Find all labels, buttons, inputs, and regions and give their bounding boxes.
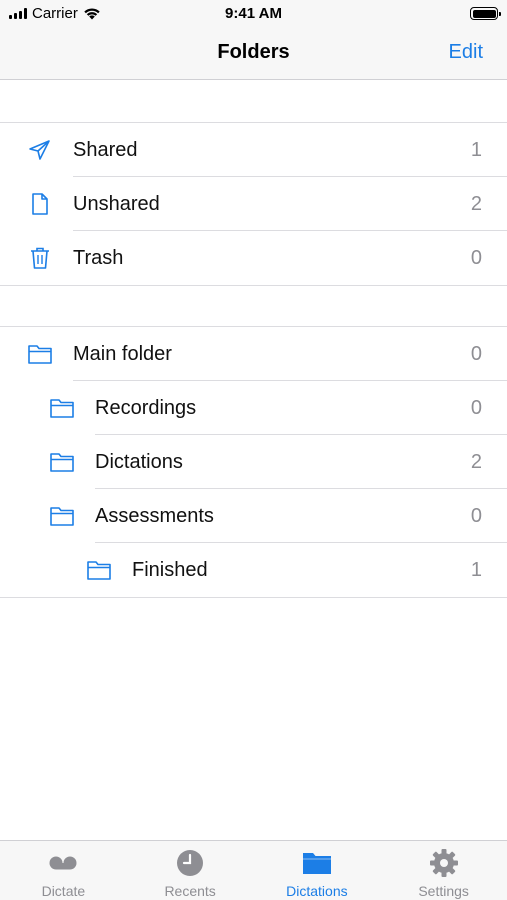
folder-count: 1 [470, 139, 482, 161]
folder-list: Shared 1 Unshared 2 Trash 0 Main folder … [0, 80, 507, 840]
folder-label: Unshared [73, 193, 160, 215]
tab-label: Recents [164, 883, 216, 899]
tab-label: Dictate [41, 883, 86, 899]
folder-count: 0 [470, 247, 482, 269]
folder-count: 0 [470, 505, 482, 527]
status-bar: Carrier 9:41 AM [0, 0, 507, 28]
tab-settings[interactable]: Settings [380, 841, 507, 900]
folder-label: Shared [73, 139, 138, 161]
navigation-bar: Folders Edit [0, 28, 507, 80]
folder-icon [28, 345, 52, 364]
tab-label: Dictations [286, 883, 348, 899]
tab-label: Settings [418, 883, 469, 899]
folder-icon [50, 507, 74, 526]
gear-icon [429, 849, 458, 877]
edit-button[interactable]: Edit [449, 41, 483, 64]
document-icon [32, 193, 48, 215]
folder-row-trash[interactable]: Trash 0 [0, 231, 507, 285]
user-folders-section: Main folder 0 Recordings 0 Dictations 2 [0, 326, 507, 598]
trash-icon [31, 247, 49, 269]
system-folders-section: Shared 1 Unshared 2 Trash 0 [0, 122, 507, 286]
folder-row-shared[interactable]: Shared 1 [0, 123, 507, 177]
folder-row-assessments[interactable]: Assessments 0 [0, 489, 507, 543]
voicemail-icon [49, 856, 77, 870]
folder-count: 1 [470, 559, 482, 581]
folder-label: Dictations [95, 451, 183, 473]
folder-label: Main folder [73, 343, 172, 365]
clock-icon [177, 850, 204, 876]
folder-count: 0 [470, 343, 482, 365]
folder-label: Recordings [95, 397, 197, 419]
folder-count: 2 [470, 193, 482, 215]
tab-recents[interactable]: Recents [127, 841, 254, 900]
folder-row-recordings[interactable]: Recordings 0 [0, 381, 507, 435]
battery-icon [470, 7, 501, 20]
folder-row-finished[interactable]: Finished 1 [0, 543, 507, 597]
folder-count: 2 [470, 451, 482, 473]
tab-dictations[interactable]: Dictations [254, 841, 381, 900]
folder-count: 0 [470, 397, 482, 419]
folder-label: Finished [132, 559, 208, 581]
folder-icon [50, 453, 74, 472]
folder-icon [50, 399, 74, 418]
folder-label: Assessments [95, 505, 214, 527]
folder-row-dictations[interactable]: Dictations 2 [0, 435, 507, 489]
folder-label: Trash [73, 247, 124, 269]
tab-dictate[interactable]: Dictate [0, 841, 127, 900]
folder-row-main-folder[interactable]: Main folder 0 [0, 327, 507, 381]
paperplane-icon [29, 140, 50, 160]
folder-icon [87, 561, 111, 580]
page-title: Folders [217, 41, 290, 63]
folder-row-unshared[interactable]: Unshared 2 [0, 177, 507, 231]
status-time: 9:41 AM [225, 5, 282, 22]
folder-fill-icon [302, 853, 331, 874]
tab-bar: Dictate Recents Dictations Settings [0, 840, 507, 900]
